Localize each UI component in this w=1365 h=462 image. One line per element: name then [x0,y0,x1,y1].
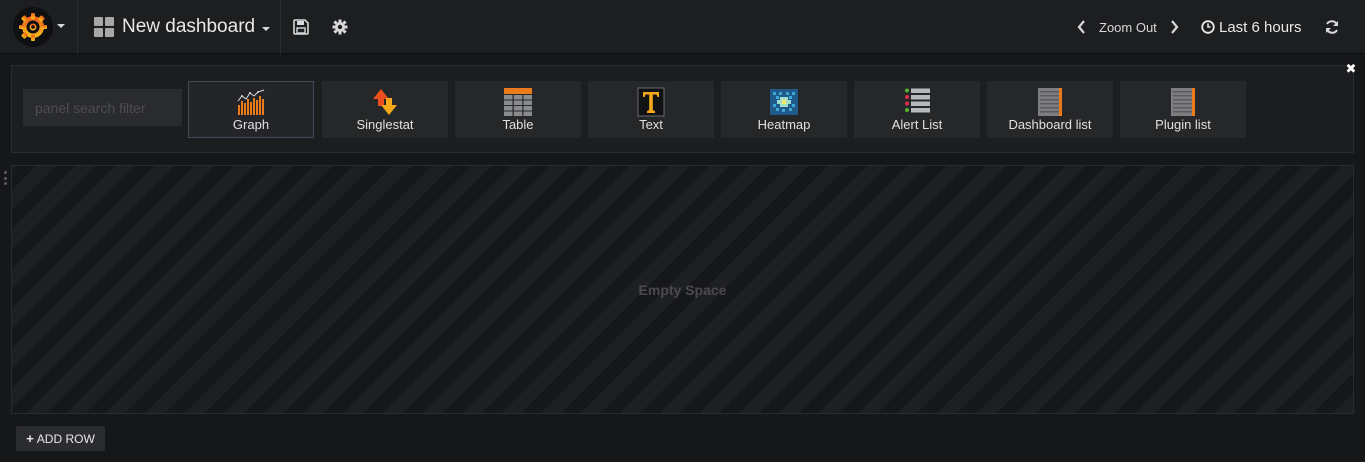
panel-card-label: Table [502,117,534,132]
empty-space-label: Empty Space [638,281,727,298]
zoom-out-button[interactable]: Zoom Out [1099,20,1157,35]
clock-icon [1201,20,1215,34]
close-icon[interactable]: ✖ [1343,61,1359,77]
add-row-button[interactable]: + ADD ROW [16,426,105,451]
chevron-left-icon [1077,20,1085,34]
heatmap-icon [770,89,798,115]
panel-card-table[interactable]: Table [455,81,581,138]
row-drag-handle[interactable] [4,171,8,185]
panel-card-plugin-list[interactable]: Plugin list [1120,81,1246,138]
chevron-down-icon [57,24,65,28]
time-shift-forward-button[interactable] [1167,17,1183,37]
gear-icon [332,19,348,35]
singlestat-icon [373,89,397,115]
panel-card-alert-list[interactable]: Alert List [854,81,980,138]
panel-card-label: Alert List [891,117,943,132]
panel-card-dashboard-list[interactable]: Dashboard list [987,81,1113,138]
save-icon [293,19,309,35]
panel-card-heatmap[interactable]: Heatmap [721,81,847,138]
panel-card-text[interactable]: Text [588,81,714,138]
panel-card-label: Text [639,117,663,132]
panel-card-singlestat[interactable]: Singlestat [322,81,448,138]
panel-card-label: Heatmap [757,117,811,132]
time-shift-back-button[interactable] [1073,17,1089,37]
refresh-button[interactable] [1312,0,1352,54]
empty-space-panel: Empty Space [11,165,1354,414]
zoom-controls: Zoom Out [1073,0,1183,54]
panel-card-label: Singlestat [356,117,414,132]
add-row-label: ADD ROW [36,431,95,446]
graph-icon [237,89,265,115]
panel-search-input[interactable] [23,89,182,126]
grafana-menu-button[interactable] [0,0,78,54]
refresh-icon [1326,20,1338,34]
alert-list-icon [905,88,930,113]
panel-card-label: Plugin list [1155,117,1211,132]
time-range-label: Last 6 hours [1219,18,1302,36]
dashboard-list-icon [1038,88,1062,116]
panel-card-label: Dashboard list [1008,117,1092,132]
chevron-down-icon [262,26,271,31]
save-dashboard-button[interactable] [281,0,321,54]
chevron-right-icon [1171,20,1179,34]
dashboard-settings-button[interactable] [320,0,360,54]
grafana-logo-icon [13,7,53,47]
dashboard-title: New dashboard [122,16,256,37]
plus-icon: + [26,431,34,446]
dashboard-grid-icon [94,17,114,37]
panel-card-label: Graph [232,117,270,132]
dashboard-title-dropdown[interactable]: New dashboard [79,0,281,54]
text-icon [637,87,665,117]
panel-card-graph[interactable]: Graph [188,81,314,138]
top-navbar: New dashboard Zoom Out Last 6 hours [0,0,1365,54]
time-picker-button[interactable]: Last 6 hours [1201,0,1302,54]
table-icon [504,88,532,116]
plugin-list-icon [1171,88,1195,116]
